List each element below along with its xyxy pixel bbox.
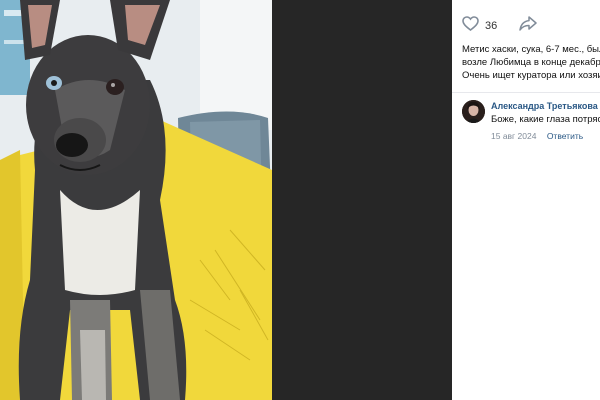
like-button[interactable]: 36 (462, 16, 497, 36)
avatar[interactable] (462, 100, 485, 123)
post-text-line: возле Любимца в конце декабря (462, 57, 600, 68)
comment-date[interactable]: 15 авг 2024 (491, 131, 536, 141)
post-actions: 36 (462, 16, 537, 36)
post-text-line: Очень ищет куратора или хозяин (462, 70, 600, 81)
heart-outline-icon (462, 16, 479, 36)
reply-button[interactable]: Ответить (547, 131, 583, 141)
divider (452, 92, 600, 93)
post-text: Метис хаски, сука, 6-7 мес., была возле … (462, 43, 600, 82)
comment-text: Боже, какие глаза потряса (491, 114, 600, 125)
post-photo[interactable] (0, 0, 272, 400)
share-arrow-icon (519, 16, 537, 36)
post-text-line: Метис хаски, сука, 6-7 мес., была (462, 44, 600, 55)
share-button[interactable] (519, 16, 537, 36)
viewer-backdrop (272, 0, 452, 400)
like-count: 36 (485, 20, 498, 32)
post-side-panel: 36 Метис хаски, сука, 6-7 мес., была воз… (452, 0, 600, 400)
comment-author[interactable]: Александра Третьякова (491, 100, 600, 112)
puppy-photo-image (0, 0, 272, 400)
